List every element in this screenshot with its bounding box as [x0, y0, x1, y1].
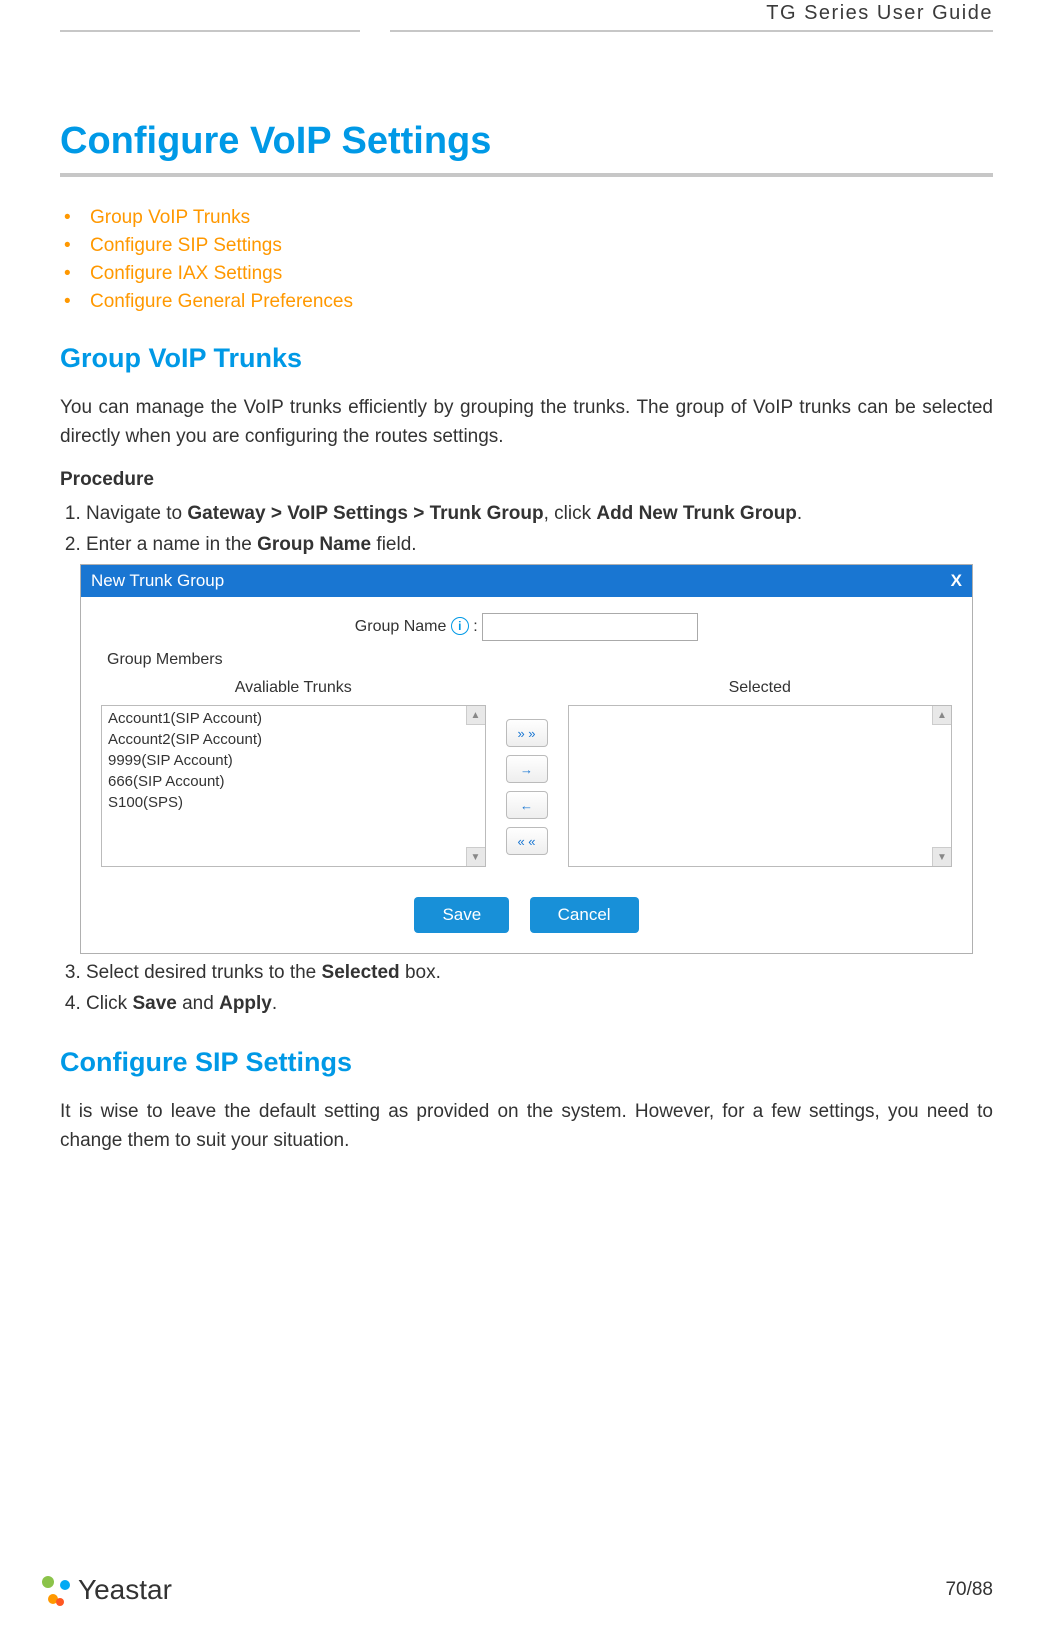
- procedure-steps: Navigate to Gateway > VoIP Settings > Tr…: [60, 501, 993, 558]
- info-icon[interactable]: i: [451, 617, 469, 635]
- list-item[interactable]: Account2(SIP Account): [108, 729, 479, 750]
- available-column: Avaliable Trunks ▲ Account1(SIP Account)…: [101, 679, 486, 867]
- group-name-input[interactable]: [482, 613, 698, 641]
- scroll-up-icon[interactable]: ▲: [466, 706, 485, 725]
- brand-name: Yeastar: [78, 1574, 172, 1606]
- transfer-panel: Avaliable Trunks ▲ Account1(SIP Account)…: [101, 679, 952, 867]
- procedure-label: Procedure: [60, 469, 993, 491]
- header-rule-left: [60, 30, 360, 32]
- step-text-bold: Group Name: [257, 534, 371, 555]
- list-item[interactable]: Account1(SIP Account): [108, 708, 479, 729]
- move-all-right-button[interactable]: » »: [506, 719, 548, 747]
- transfer-buttons: » » → ← « «: [506, 719, 548, 855]
- available-header: Avaliable Trunks: [101, 679, 486, 697]
- step-1: Navigate to Gateway > VoIP Settings > Tr…: [86, 501, 993, 528]
- close-icon[interactable]: X: [951, 571, 962, 591]
- list-item[interactable]: 9999(SIP Account): [108, 750, 479, 771]
- toc-list: Group VoIP Trunks Configure SIP Settings…: [60, 207, 993, 313]
- brand-logo: Yeastar: [40, 1574, 172, 1606]
- dialog-titlebar: New Trunk Group X: [81, 565, 972, 597]
- save-button[interactable]: Save: [414, 897, 509, 933]
- step-text: Select desired trunks to the: [86, 962, 322, 983]
- step-text: and: [177, 993, 219, 1014]
- cancel-button[interactable]: Cancel: [530, 897, 639, 933]
- step-text: .: [797, 503, 802, 524]
- move-left-button[interactable]: ←: [506, 791, 548, 819]
- dialog-footer: Save Cancel: [101, 897, 952, 933]
- selected-listbox[interactable]: ▲ ▼: [568, 705, 953, 867]
- toc-item[interactable]: Configure IAX Settings: [90, 263, 993, 285]
- list-item[interactable]: 666(SIP Account): [108, 771, 479, 792]
- header-guide-title: TG Series User Guide: [766, 2, 993, 25]
- step-text-bold: Gateway > VoIP Settings > Trunk Group: [187, 503, 543, 524]
- scroll-up-icon[interactable]: ▲: [932, 706, 951, 725]
- step-text: Navigate to: [86, 503, 187, 524]
- dialog-title-text: New Trunk Group: [91, 571, 224, 591]
- step-text: box.: [400, 962, 441, 983]
- section-group-voip-trunks-desc: You can manage the VoIP trunks efficient…: [60, 394, 993, 451]
- colon: :: [473, 618, 477, 635]
- scroll-down-icon[interactable]: ▼: [932, 847, 951, 866]
- move-all-left-button[interactable]: « «: [506, 827, 548, 855]
- logo-icon: [40, 1574, 72, 1606]
- selected-header: Selected: [568, 679, 953, 697]
- step-2: Enter a name in the Group Name field.: [86, 532, 993, 559]
- step-text: field.: [371, 534, 416, 555]
- list-item[interactable]: S100(SPS): [108, 792, 479, 813]
- toc-item[interactable]: Configure SIP Settings: [90, 235, 993, 257]
- group-name-row: Group Name i :: [101, 613, 952, 641]
- step-text: Click: [86, 993, 132, 1014]
- section-group-voip-trunks-title: Group VoIP Trunks: [60, 343, 993, 374]
- step-text-bold: Save: [132, 993, 176, 1014]
- new-trunk-group-dialog: New Trunk Group X Group Name i : Group M…: [80, 564, 973, 954]
- title-underline: [60, 173, 993, 177]
- group-name-label: Group Name: [355, 618, 447, 635]
- selected-column: Selected ▲ ▼: [568, 679, 953, 867]
- scroll-down-icon[interactable]: ▼: [466, 847, 485, 866]
- step-text-bold: Apply: [219, 993, 272, 1014]
- step-text: Enter a name in the: [86, 534, 257, 555]
- available-listbox[interactable]: ▲ Account1(SIP Account) Account2(SIP Acc…: [101, 705, 486, 867]
- section-configure-sip-desc: It is wise to leave the default setting …: [60, 1098, 993, 1155]
- toc-item[interactable]: Configure General Preferences: [90, 291, 993, 313]
- procedure-steps-cont: Select desired trunks to the Selected bo…: [60, 960, 993, 1017]
- page-number: 70/88: [945, 1579, 993, 1601]
- step-4: Click Save and Apply.: [86, 991, 993, 1018]
- step-text: , click: [544, 503, 597, 524]
- move-right-button[interactable]: →: [506, 755, 548, 783]
- header-rule-right: [390, 30, 993, 32]
- toc-item[interactable]: Group VoIP Trunks: [90, 207, 993, 229]
- step-text: .: [272, 993, 277, 1014]
- group-members-label: Group Members: [107, 651, 952, 669]
- step-text-bold: Add New Trunk Group: [596, 503, 797, 524]
- step-text-bold: Selected: [322, 962, 400, 983]
- section-configure-sip-title: Configure SIP Settings: [60, 1047, 993, 1078]
- step-3: Select desired trunks to the Selected bo…: [86, 960, 993, 987]
- page-footer: Yeastar 70/88: [40, 1574, 993, 1606]
- page-title: Configure VoIP Settings: [60, 120, 993, 163]
